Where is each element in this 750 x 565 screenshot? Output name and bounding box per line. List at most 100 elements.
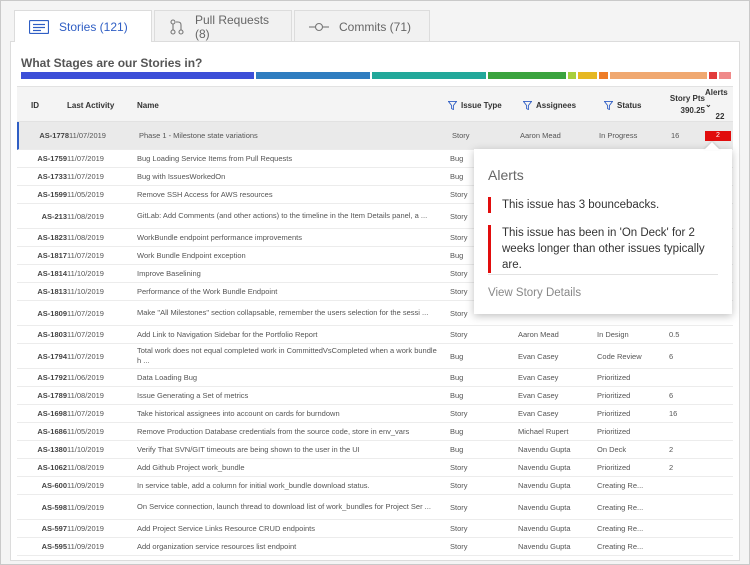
header-name[interactable]: Name (137, 87, 159, 123)
stage-segment[interactable] (609, 72, 708, 79)
header-alerts-label: Alerts (705, 88, 728, 97)
last-activity: 11/07/2019 (67, 330, 104, 339)
story-name: Bug Loading Service Items from Pull Requ… (137, 153, 293, 163)
alerts-cell (701, 326, 731, 343)
alerts-cell (701, 405, 731, 422)
view-story-details-link[interactable]: View Story Details (488, 287, 581, 299)
table-row[interactable]: AS-597 11/09/2019 Add Project Service Link… (17, 520, 733, 538)
last-activity: 11/07/2019 (67, 172, 104, 181)
header-status[interactable]: Status (604, 87, 641, 123)
table-row[interactable]: AS-1062 11/08/2019 Add Github Project work… (17, 459, 733, 477)
story-name: Improve Baselining (137, 268, 201, 278)
story-id: AS-1809 (37, 308, 67, 318)
stage-segment[interactable] (255, 72, 370, 79)
table-row[interactable]: AS-1792 11/06/2019 Data Loading Bug Bug Evan… (17, 369, 733, 387)
story-id: AS-1823 (37, 233, 67, 242)
header-story-points[interactable]: Story Pts 390.25 (665, 87, 705, 123)
assignee: Navendu Gupta (518, 463, 571, 472)
story-id: AS-1794 (37, 351, 67, 361)
popup-title: Alerts (488, 167, 524, 183)
table-row[interactable]: AS-1794 11/07/2019 Total work does not equ… (17, 344, 733, 369)
table-row[interactable]: AS-595 11/09/2019 Add organization service… (17, 538, 733, 556)
story-name: WorkBundle endpoint performance improvem… (137, 232, 302, 242)
table-row[interactable]: AS-1789 11/08/2019 Issue Generating a Set … (17, 387, 733, 405)
header-assignees[interactable]: Assignees (523, 87, 576, 123)
alerts-cell (701, 344, 731, 368)
stage-segment[interactable] (709, 72, 717, 79)
story-id: AS-1062 (37, 463, 67, 472)
story-name: GitLab: Add Comments (and other actions)… (137, 211, 428, 220)
alerts-cell (701, 387, 731, 404)
last-activity: 11/10/2019 (67, 287, 104, 296)
table-header: ID Last Activity Name Issue Type Assigne… (17, 86, 733, 122)
alerts-cell (701, 369, 731, 386)
assignee: Aaron Mead (518, 330, 559, 339)
stage-segment[interactable] (371, 72, 487, 79)
alerts-cell (701, 495, 731, 519)
header-id[interactable]: ID (31, 87, 39, 123)
last-activity: 11/07/2019 (67, 409, 104, 418)
status: Prioritized (597, 373, 631, 382)
header-status-label: Status (617, 100, 642, 110)
table-row[interactable]: AS-1698 11/07/2019 Take historical assigne… (17, 405, 733, 423)
tab-commits[interactable]: Commits (71) (294, 10, 430, 42)
status: Prioritized (597, 391, 631, 400)
table-row[interactable]: AS-600 11/09/2019 In service table, add a … (17, 477, 733, 495)
stage-segment[interactable] (21, 72, 254, 79)
status: On Deck (597, 445, 627, 454)
story-name: Bug with IssuesWorkedOn (137, 171, 226, 181)
story-points (669, 423, 699, 440)
issue-type: Bug (450, 391, 464, 400)
stage-segment[interactable] (577, 72, 598, 79)
header-assignees-label: Assignees (536, 100, 577, 110)
stage-segment[interactable] (567, 72, 576, 79)
assignee: Navendu Gupta (518, 524, 571, 533)
stage-segment[interactable] (488, 72, 566, 79)
story-name: Remove SSH Access for AWS resources (137, 189, 273, 199)
tab-pull-requests[interactable]: Pull Requests (8) (154, 10, 292, 42)
alert-count-badge[interactable]: 2 (705, 130, 731, 141)
story-name: Add Project Service Links Resource CRUD … (137, 523, 315, 533)
story-name: Work Bundle Endpoint exception (137, 250, 246, 260)
alerts-cell (701, 459, 731, 476)
popup-arrow (704, 142, 720, 150)
filter-icon[interactable] (523, 100, 532, 110)
story-name: Verify That SVN/GIT timeouts are being s… (137, 444, 360, 454)
table-row[interactable]: AS-1778 11/07/2019 Phase 1 - Milestone sta… (17, 122, 733, 150)
story-points: 6 (669, 351, 674, 361)
stage-segment[interactable] (599, 72, 608, 79)
assignee: Evan Casey (518, 373, 559, 382)
alerts-popup: Alerts This issue has 3 bouncebacks. Thi… (474, 149, 732, 314)
table-row[interactable]: AS-1380 11/10/2019 Verify That SVN/GIT tim… (17, 441, 733, 459)
header-last-activity[interactable]: Last Activity (67, 87, 114, 123)
table-row[interactable]: AS-598 11/09/2019 On Service connection, l… (17, 495, 733, 520)
issue-type: Story (452, 131, 470, 140)
story-name: Add Link to Navigation Sidebar for the P… (137, 329, 318, 339)
story-id: AS-1686 (37, 427, 67, 436)
status: In Design (597, 330, 629, 339)
story-id: AS-1792 (37, 373, 67, 382)
filter-icon[interactable] (448, 100, 457, 110)
status: Prioritized (597, 427, 631, 436)
story-name: On Service connection, launch thread to … (137, 502, 431, 511)
story-id: AS-600 (41, 481, 67, 490)
issue-type: Story (450, 463, 468, 472)
status: In Progress (599, 131, 638, 140)
last-activity: 11/05/2019 (67, 427, 104, 436)
header-issue-type[interactable]: Issue Type (448, 87, 502, 123)
last-activity: 11/05/2019 (67, 190, 104, 199)
table-row[interactable]: AS-1803 11/07/2019 Add Link to Navigation … (17, 326, 733, 344)
tab-stories[interactable]: Stories (121) (14, 10, 152, 42)
stage-segment[interactable] (718, 72, 731, 79)
assignee: Evan Casey (518, 391, 559, 400)
last-activity: 11/06/2019 (67, 373, 104, 382)
status: Creating Re... (597, 542, 644, 551)
filter-icon[interactable] (604, 100, 613, 110)
last-activity: 11/07/2019 (67, 251, 104, 260)
table-row[interactable]: AS-1686 11/05/2019 Remove Production Datab… (17, 423, 733, 441)
header-alerts[interactable]: Alerts ⌄ 22 (705, 87, 735, 123)
tab-stories-label: Stories (121) (59, 19, 128, 34)
section-title: What Stages are our Stories in? (21, 56, 203, 70)
last-activity: 11/10/2019 (67, 445, 104, 454)
list-icon (29, 19, 49, 34)
